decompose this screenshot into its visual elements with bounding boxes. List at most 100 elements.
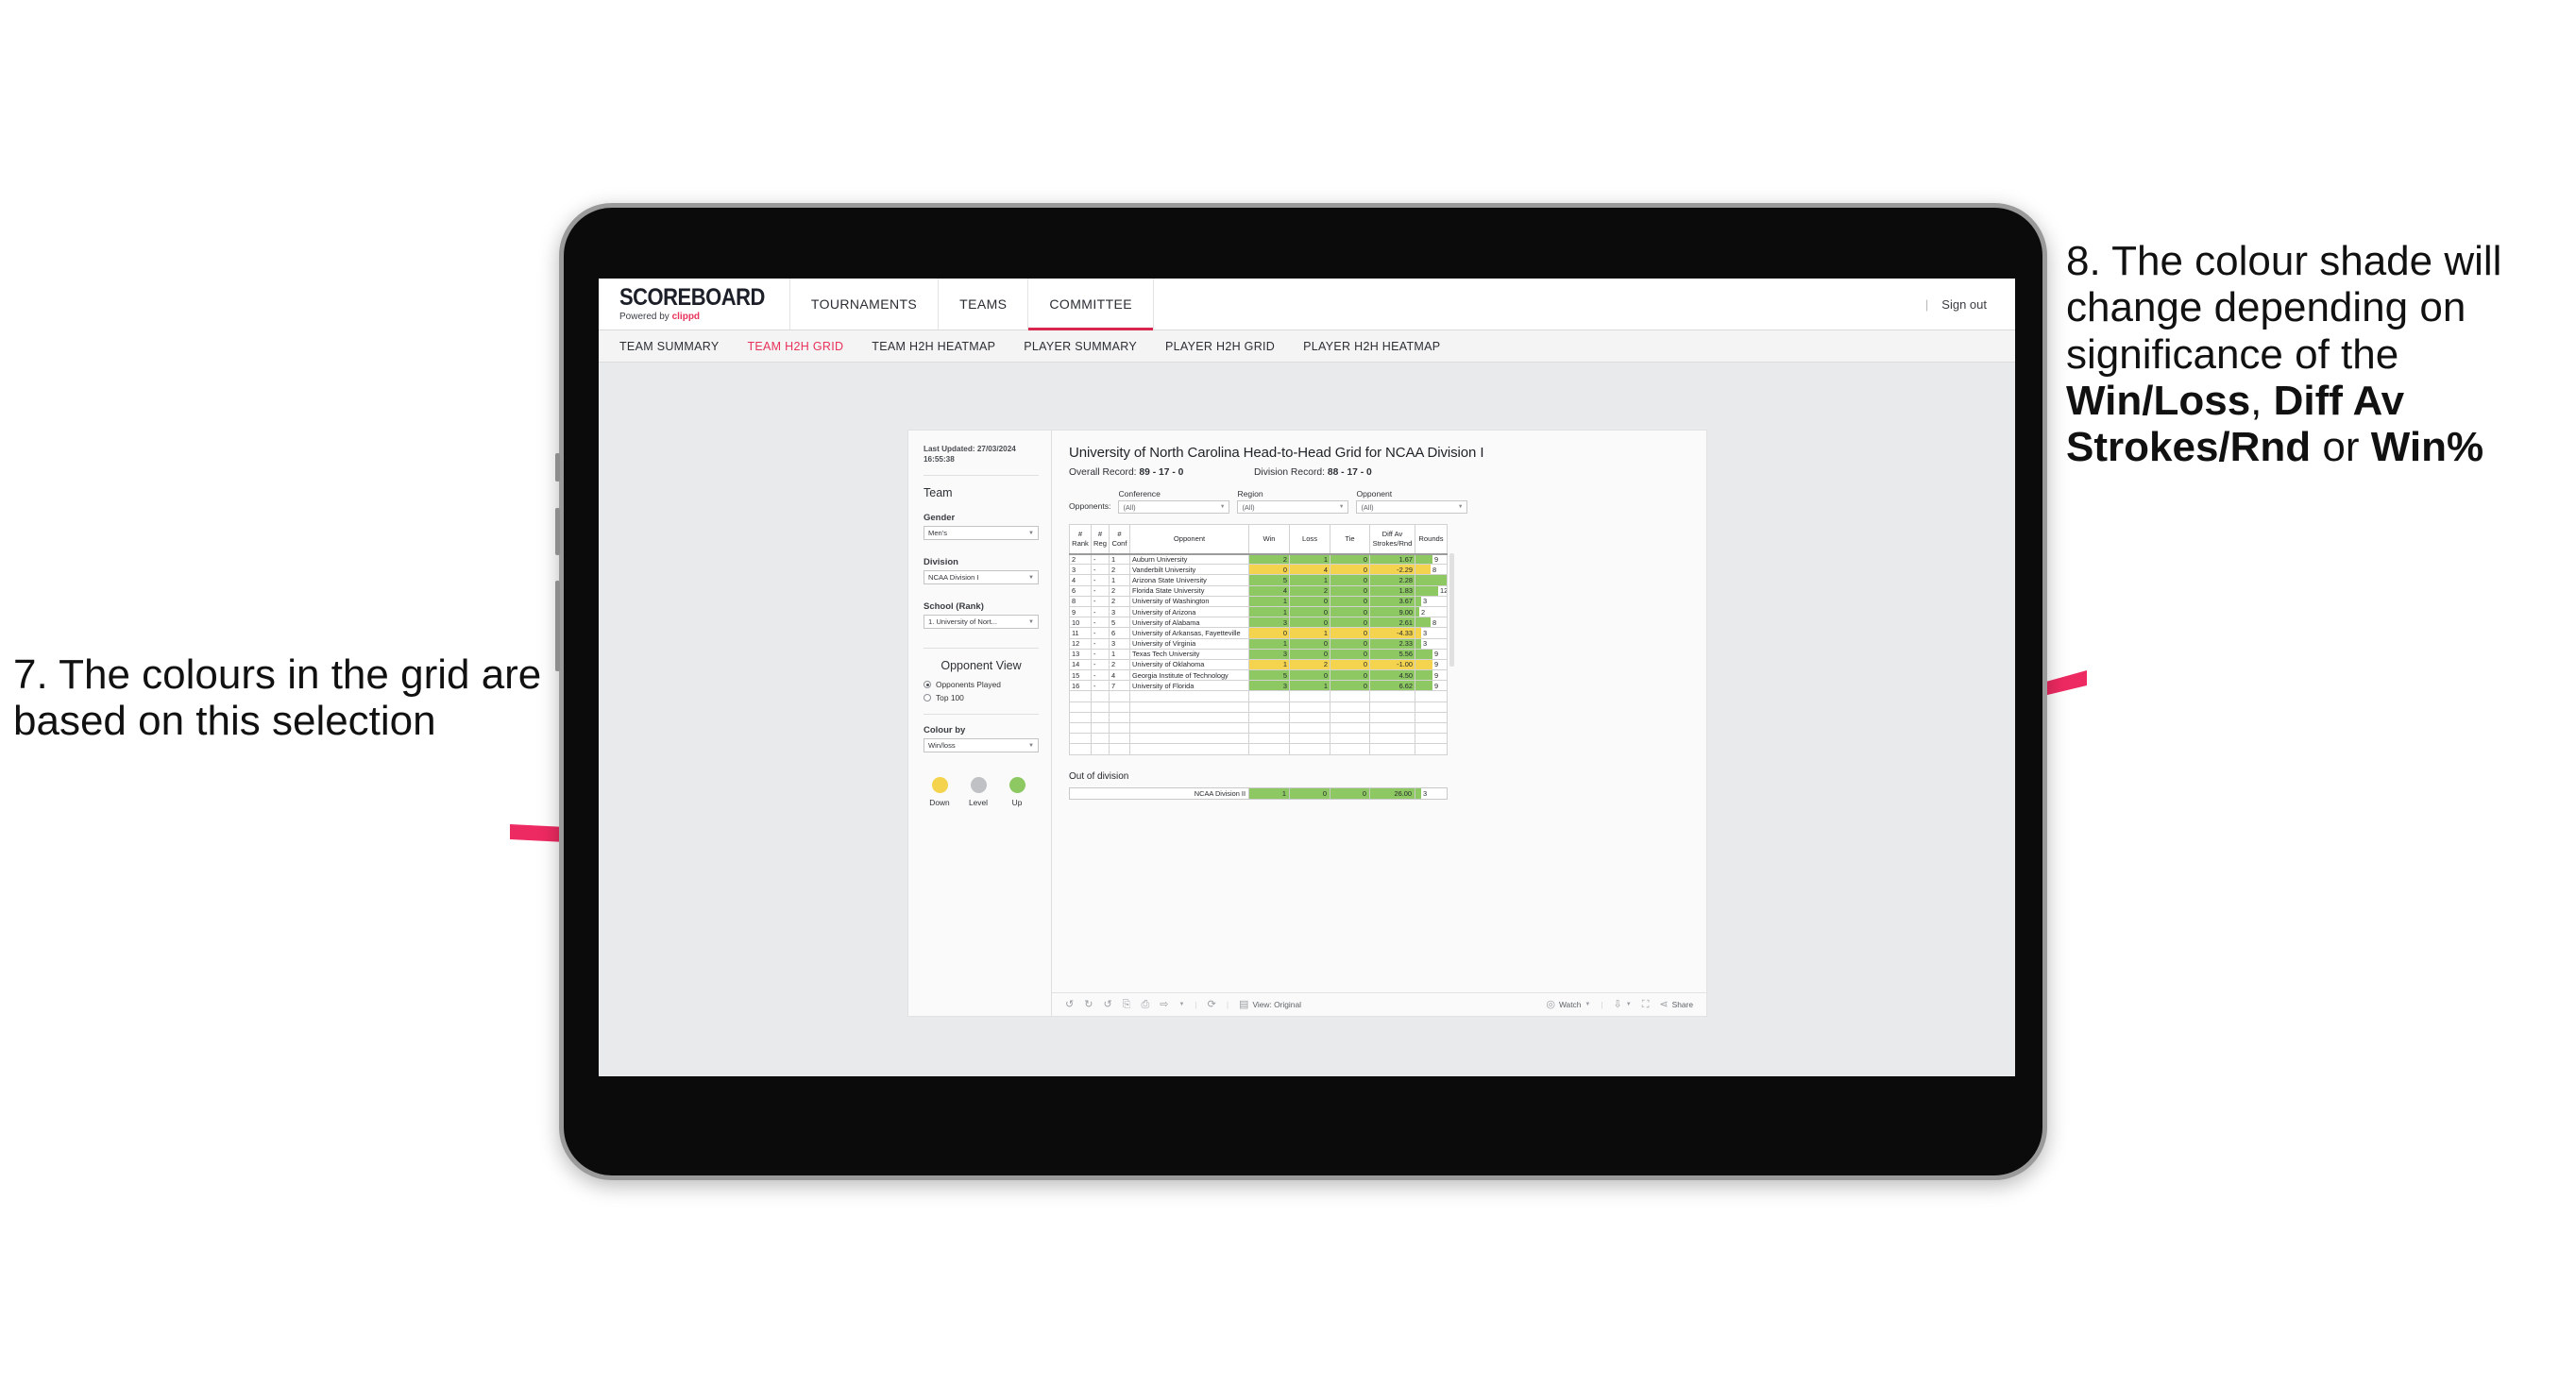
table-row[interactable]: 12-3 University of Virginia 1 0 0 2.33 3 [1069,637,1448,650]
opponents-label: Opponents: [1069,501,1111,511]
cell-empty [1091,701,1110,713]
sign-out-link[interactable]: Sign out [1941,297,1987,312]
redo-arrow-icon[interactable]: ⇨ [1160,999,1168,1010]
clock-icon[interactable]: ⟳ [1208,999,1216,1010]
column-header-rounds[interactable]: Rounds [1415,524,1448,555]
records-row: Overall Record: 89 - 17 - 0 Division Rec… [1069,467,1691,478]
cell-conf: 3 [1109,637,1130,650]
out-of-division-row[interactable]: NCAA Division II 1 0 0 26.00 3 [1069,786,1448,800]
rounds-value: 9 [1434,670,1439,680]
table-row[interactable]: 6-2 Florida State University 4 2 0 1.83 12 [1069,584,1448,597]
nav-tab-committee[interactable]: COMMITTEE [1028,279,1154,330]
undo-icon[interactable]: ↺ [1065,999,1074,1010]
division-record: Division Record: 88 - 17 - 0 [1254,467,1372,478]
cell-conf: 1 [1109,552,1130,566]
dashboard-card: Last Updated: 27/03/2024 16:55:38 Team G… [908,431,1706,1016]
column-header-reg[interactable]: # Reg [1091,524,1110,555]
revert-icon[interactable]: ↺ [1103,999,1111,1010]
cell-empty [1109,721,1130,735]
table-row[interactable]: 9-3 University of Arizona 1 0 0 9.00 2 [1069,605,1448,618]
table-row[interactable]: 2-1 Auburn University 2 1 0 1.67 9 [1069,552,1448,566]
fullscreen-icon[interactable]: ⛶ [1642,999,1650,1010]
download-button[interactable]: ⇩ ▼ [1614,999,1632,1010]
school-select[interactable]: 1. University of Nort... ▼ [924,615,1039,630]
subnav-player-summary[interactable]: PLAYER SUMMARY [1024,340,1137,353]
subnav-team-h2h-grid[interactable]: TEAM H2H GRID [747,340,843,353]
conference-select[interactable]: (All) ▼ [1118,500,1230,514]
table-row[interactable]: 4-1Arizona State University5102.2817 [1069,574,1448,586]
cell-tie: 0 [1330,605,1370,618]
column-header-tie[interactable]: Tie [1330,524,1370,555]
table-row[interactable]: 3-2 Vanderbilt University 0 4 0 -2.29 8 [1069,564,1448,576]
divider: | [1195,1000,1197,1009]
table-row[interactable]: 15-4 Georgia Institute of Technology 5 0 0 4.… [1069,669,1448,682]
radio-opponents-played[interactable]: Opponents Played [924,680,1039,689]
column-header-rank[interactable]: # Rank [1069,524,1092,555]
annotation-8: 8. The colour shade will change dependin… [2066,238,2565,470]
gender-label: Gender [924,513,956,524]
cell-diff-av-strokes: 2.61 [1369,617,1415,629]
radio-top-100[interactable]: Top 100 [924,693,1039,702]
rounds-bar [1415,565,1431,574]
cell-diff-av-strokes: 3.67 [1369,595,1415,607]
cell-empty [1369,733,1415,745]
view-label: View: Original [1252,1000,1301,1009]
cell-reg: - [1091,658,1110,671]
cell-rounds: 3 [1415,595,1448,607]
cell-rounds: 9 [1415,552,1448,566]
pause-updates-icon[interactable]: ⎙ [1141,999,1149,1010]
view-original-button[interactable]: ▤ View: Original [1239,999,1301,1010]
cell-empty [1109,733,1130,745]
column-header-diff-av-strokes-rnd[interactable]: Diff Av Strokes/Rnd [1369,524,1415,555]
cell-opponent: University of Virginia [1129,637,1249,650]
table-vertical-scrollbar[interactable] [1449,553,1454,667]
subnav-player-h2h-heatmap[interactable]: PLAYER H2H HEATMAP [1303,340,1440,353]
cell-win: 0 [1248,627,1290,639]
table-row[interactable]: 14-2 University of Oklahoma 1 2 0 -1.00 9 [1069,658,1448,671]
region-select[interactable]: (All) ▼ [1237,500,1349,514]
chevron-down-icon[interactable]: ▼ [1179,1002,1185,1007]
subnav-player-h2h-grid[interactable]: PLAYER H2H GRID [1165,340,1275,353]
opponent-filters: Opponents: Conference (All) ▼ Region (Al… [1069,489,1691,514]
nav-tab-tournaments[interactable]: TOURNAMENTS [790,279,940,330]
nav-tab-teams[interactable]: TEAMS [939,279,1029,330]
cell-win: 0 [1248,564,1290,576]
refresh-data-icon[interactable]: ⎘ [1123,999,1131,1010]
opponent-select[interactable]: (All) ▼ [1356,500,1468,514]
cell-empty [1129,733,1249,745]
cell-empty [1330,701,1370,713]
table-row[interactable]: 11-6 University of Arkansas, Fayetteville… [1069,627,1448,639]
column-header-loss[interactable]: Loss [1289,524,1330,555]
app-header: SCOREBOARD Powered by clippd TOURNAMENTS… [599,279,2015,330]
table-row[interactable]: 8-2 University of Washington 1 0 0 3.67 3 [1069,595,1448,607]
rounds-bar [1415,670,1432,680]
cell-tie: 0 [1330,574,1370,586]
cell-empty [1289,690,1330,702]
column-header-win[interactable]: Win [1248,524,1290,555]
cell-diff-av-strokes: 4.50 [1369,669,1415,682]
gender-select[interactable]: Men's ▼ [924,526,1039,541]
colour-by-value: Win/loss [928,741,956,751]
division-select[interactable]: NCAA Division I ▼ [924,570,1039,585]
watch-button[interactable]: ◎ Watch ▼ [1546,999,1590,1010]
column-header-conf[interactable]: # Conf [1109,524,1130,555]
region-value: (All) [1242,502,1255,512]
colour-by-select[interactable]: Win/loss ▼ [924,738,1039,753]
share-button[interactable]: ⋖ Share [1659,999,1693,1010]
subnav-team-h2h-heatmap[interactable]: TEAM H2H HEATMAP [872,340,995,353]
cell-empty [1248,711,1290,724]
rounds-bar [1415,586,1438,596]
chevron-down-icon: ▼ [1028,742,1034,749]
subnav-team-summary[interactable]: TEAM SUMMARY [619,340,719,353]
table-row[interactable]: 13-1 Texas Tech University 3 0 0 5.56 9 [1069,648,1448,660]
cell-rank: 10 [1069,617,1092,629]
cell-diff-av-strokes: 1.67 [1369,552,1415,566]
cell-empty [1415,733,1448,745]
cell-empty [1069,743,1092,755]
redo-icon[interactable]: ↻ [1084,999,1093,1010]
table-row[interactable]: 10-5 University of Alabama 3 0 0 2.61 8 [1069,617,1448,629]
column-header-opponent[interactable]: Opponent [1129,524,1249,555]
gender-value: Men's [928,529,948,538]
table-row[interactable]: 16-7 University of Florida 3 1 0 6.62 9 [1069,680,1448,692]
table-row-empty [1069,733,1448,745]
